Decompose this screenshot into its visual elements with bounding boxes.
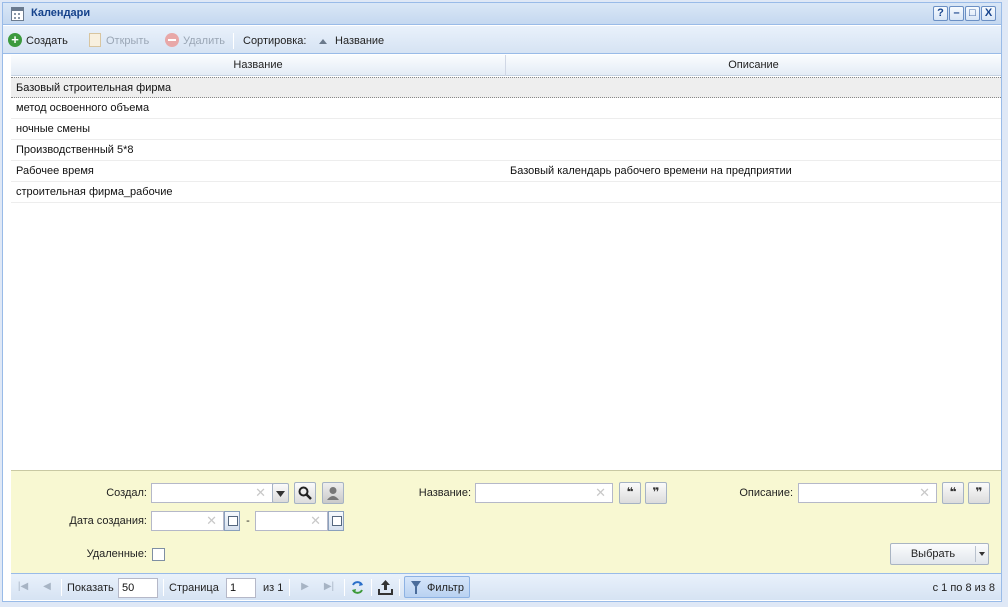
cell-name: Производственный 5*8	[16, 144, 134, 156]
select-button[interactable]: Выбрать	[890, 543, 989, 565]
table-row[interactable]: Базовый строительная фирма	[11, 77, 1001, 98]
select-user-button[interactable]	[322, 482, 344, 504]
sort-label: Сортировка:	[243, 35, 307, 47]
paging-toolbar: |◀ ◀ Показать 50 Страница 1 из 1 ▶ ▶| Фи…	[11, 573, 1001, 600]
paging-separator	[163, 579, 164, 596]
paging-separator	[344, 579, 345, 596]
clear-icon[interactable]: ✕	[255, 486, 266, 500]
paging-separator	[399, 579, 400, 596]
column-header-description[interactable]: Описание	[506, 55, 1001, 76]
created-date-label: Дата создания:	[69, 515, 147, 527]
close-button[interactable]: X	[981, 6, 996, 21]
date-to-input[interactable]: ✕	[255, 511, 328, 531]
page-count: из 1	[263, 582, 284, 594]
toolbar-separator	[233, 33, 234, 49]
filter-button-label: Фильтр	[427, 582, 464, 594]
date-range-dash: -	[246, 515, 250, 527]
select-button-label: Выбрать	[910, 548, 956, 560]
first-page-icon[interactable]: |◀	[17, 581, 29, 593]
table-row[interactable]: ночные смены	[11, 119, 1001, 140]
calendars-window: Календари ? – □ X + Создать Открыть Удал…	[2, 2, 1002, 602]
table-row[interactable]: Производственный 5*8	[11, 140, 1001, 161]
delete-button[interactable]: Удалить	[183, 33, 225, 49]
description-filter-label: Описание:	[739, 487, 793, 499]
next-page-icon[interactable]: ▶	[299, 581, 311, 593]
show-label: Показать	[67, 582, 114, 594]
paging-separator	[61, 579, 62, 596]
paging-separator	[289, 579, 290, 596]
grid-header: Название Описание	[11, 55, 1001, 76]
cell-description: Базовый календарь рабочего времени на пр…	[510, 165, 792, 177]
create-button[interactable]: Создать	[26, 33, 68, 49]
sort-ascending-icon[interactable]	[319, 39, 327, 44]
title-bar[interactable]: Календари ? – □ X	[3, 3, 1001, 25]
deleted-label: Удаленные:	[86, 548, 147, 560]
clear-icon[interactable]: ✕	[919, 486, 930, 500]
delete-icon	[165, 33, 179, 47]
created-by-dropdown[interactable]	[272, 483, 289, 503]
clear-icon[interactable]: ✕	[310, 514, 321, 528]
open-button[interactable]: Открыть	[106, 33, 149, 49]
created-by-label: Создал:	[106, 487, 147, 499]
split-divider	[975, 546, 976, 562]
sort-field-button[interactable]: Название	[335, 33, 384, 49]
paging-summary: с 1 по 8 из 8	[932, 582, 995, 594]
filter-toggle-button[interactable]: Фильтр	[404, 576, 470, 598]
cell-name: метод освоенного объема	[16, 102, 150, 114]
deleted-checkbox[interactable]	[152, 548, 165, 561]
description-filter-input[interactable]: ✕	[798, 483, 937, 503]
last-page-icon[interactable]: ▶|	[323, 581, 335, 593]
cell-name: Базовый строительная фирма	[16, 82, 172, 94]
open-document-icon	[89, 33, 101, 47]
name-filter-input[interactable]: ✕	[475, 483, 613, 503]
name-contains-button[interactable]: ❝	[619, 482, 641, 504]
chevron-down-icon[interactable]	[979, 552, 985, 556]
clear-icon[interactable]: ✕	[595, 486, 606, 500]
name-exact-button[interactable]: ❞	[645, 482, 667, 504]
add-icon[interactable]: +	[8, 33, 22, 47]
page-number-input[interactable]: 1	[226, 578, 256, 598]
user-icon	[327, 487, 339, 500]
cell-name: строительная фирма_рабочие	[16, 186, 173, 198]
column-header-name[interactable]: Название	[11, 55, 505, 76]
toolbar: + Создать Открыть Удалить Сортировка: На…	[3, 26, 1001, 54]
description-contains-button[interactable]: ❝	[942, 482, 964, 504]
cell-name: Рабочее время	[16, 165, 94, 177]
calendar-icon	[11, 7, 24, 21]
page-size-input[interactable]: 50	[118, 578, 158, 598]
refresh-icon[interactable]	[350, 580, 365, 595]
filter-icon	[411, 581, 421, 594]
prev-page-icon[interactable]: ◀	[41, 581, 53, 593]
date-from-calendar-icon[interactable]	[224, 511, 240, 531]
name-filter-label: Название:	[418, 487, 471, 499]
created-by-input[interactable]: ✕	[151, 483, 273, 503]
help-button[interactable]: ?	[933, 6, 948, 21]
window-title: Календари	[31, 7, 91, 19]
grid-body: Базовый строительная фирма метод освоенн…	[11, 77, 1001, 470]
page-label: Страница	[169, 582, 219, 594]
date-to-calendar-icon[interactable]	[328, 511, 344, 531]
search-icon	[298, 486, 312, 500]
table-row[interactable]: Рабочее время Базовый календарь рабочего…	[11, 161, 1001, 182]
filter-panel: Создал: ✕ Название: ✕ ❝ ❞ Описание: ✕ ❝ …	[11, 470, 1001, 573]
export-icon[interactable]	[378, 579, 393, 595]
maximize-button[interactable]: □	[965, 6, 980, 21]
cell-name: ночные смены	[16, 123, 90, 135]
minimize-button[interactable]: –	[949, 6, 964, 21]
date-from-input[interactable]: ✕	[151, 511, 224, 531]
description-exact-button[interactable]: ❞	[968, 482, 990, 504]
clear-icon[interactable]: ✕	[206, 514, 217, 528]
search-user-button[interactable]	[294, 482, 316, 504]
table-row[interactable]: метод освоенного объема	[11, 98, 1001, 119]
table-row[interactable]: строительная фирма_рабочие	[11, 182, 1001, 203]
chevron-down-icon	[276, 491, 285, 497]
paging-separator	[371, 579, 372, 596]
